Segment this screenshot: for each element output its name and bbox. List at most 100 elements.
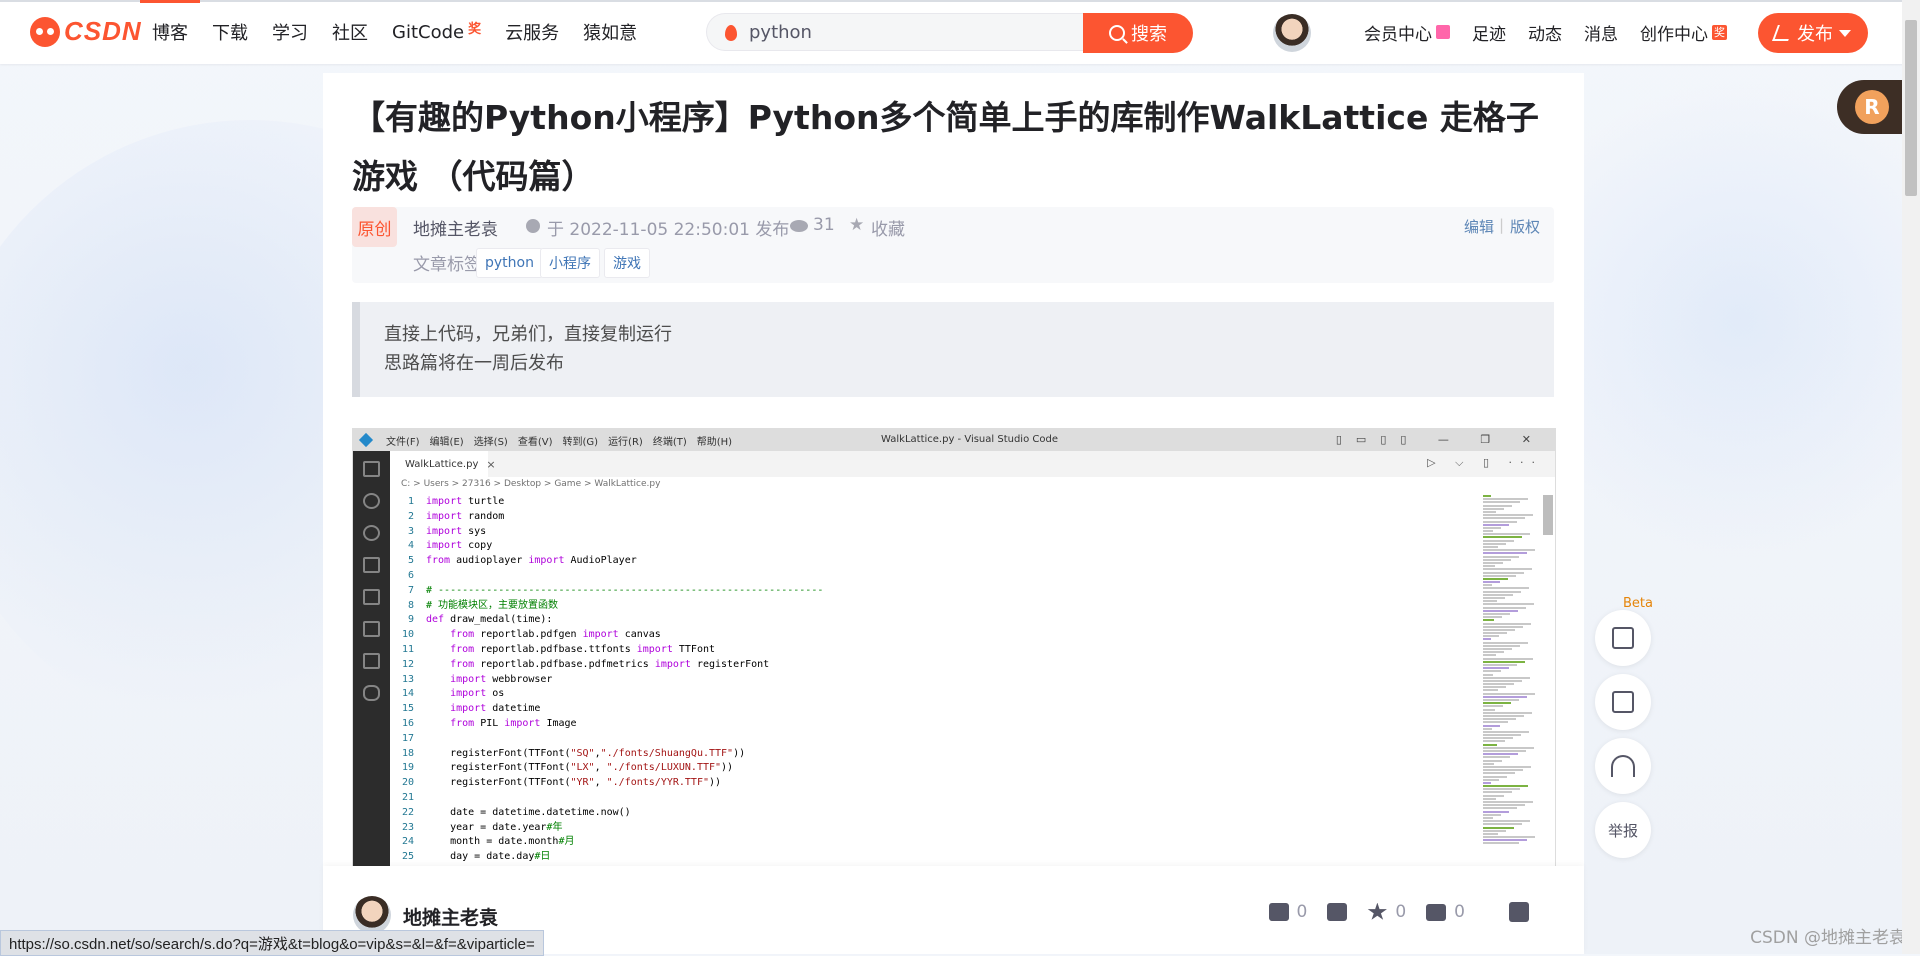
minimap-line xyxy=(1483,810,1509,813)
nav-item-community[interactable]: 社区 xyxy=(320,0,380,64)
minimap-line xyxy=(1483,660,1525,663)
minimap-line xyxy=(1483,797,1496,800)
code-editor: 1 import turtle 2 import random 3 import sys 4… xyxy=(390,495,1517,875)
like-count: 0 xyxy=(1296,902,1308,922)
minimap-line xyxy=(1483,641,1528,644)
article-card: 【有趣的Python小程序】Python多个简单上手的库制作WalkLattic… xyxy=(323,73,1584,954)
publish-button[interactable]: 发布 xyxy=(1758,13,1868,53)
minimap-line xyxy=(1483,721,1508,724)
activity-link[interactable]: 动态 xyxy=(1517,20,1573,45)
line-number: 20 xyxy=(401,777,414,789)
edit-note-icon xyxy=(1612,691,1634,713)
minimap-line xyxy=(1483,552,1527,555)
minimap-line xyxy=(1483,778,1499,781)
chevron-down-icon xyxy=(1839,29,1851,37)
extensions-icon xyxy=(363,589,380,605)
run-debug-icon xyxy=(363,557,380,573)
code-text: # --------------------------------------… xyxy=(426,584,824,596)
user-avatar[interactable] xyxy=(1273,14,1311,52)
author-name[interactable]: 地摊主老袁 xyxy=(403,903,498,930)
minimap-line xyxy=(1483,689,1498,692)
code-line: 5 from audioplayer import AudioPlayer xyxy=(390,554,1517,569)
code-line: 21 xyxy=(390,791,1517,806)
nav-item-label: 学习 xyxy=(272,23,308,44)
author-link[interactable]: 地摊主老袁 xyxy=(413,215,498,240)
csdn-logo[interactable]: CSDN xyxy=(30,16,142,47)
minimap-line xyxy=(1483,740,1505,743)
code-line: 23 year = date.year#年 xyxy=(390,821,1517,836)
code-text: year = date.year#年 xyxy=(426,821,563,833)
minimap-line xyxy=(1483,520,1517,523)
edit-link[interactable]: 编辑 xyxy=(1464,216,1494,237)
editor-scrollbar xyxy=(1543,495,1553,535)
like-button[interactable]: 0 xyxy=(1268,902,1308,922)
nav-item-learn[interactable]: 学习 xyxy=(260,0,320,64)
comment-button[interactable]: 0 xyxy=(1426,902,1465,922)
scrollbar-thumb[interactable] xyxy=(1905,20,1917,196)
minimap-line xyxy=(1483,727,1492,730)
minimap-line xyxy=(1483,683,1514,686)
code-text: registerFont(TTFont("SQ","./fonts/Shuang… xyxy=(426,747,746,759)
notes-button[interactable] xyxy=(1595,674,1651,730)
minimap-line xyxy=(1483,692,1535,695)
minimap-line xyxy=(1483,616,1502,619)
code-line: 17 xyxy=(390,732,1517,747)
nav-item-download[interactable]: 下载 xyxy=(200,0,260,64)
minimap-line xyxy=(1483,517,1525,520)
report-button[interactable]: 举报 xyxy=(1595,802,1651,858)
share-button[interactable] xyxy=(1485,902,1529,922)
vscode-menu-item: 转到(G) xyxy=(562,436,599,448)
sidebar-toggle-button[interactable] xyxy=(1595,610,1651,666)
article-meta: 原创 地摊主老袁 于 2022-11-05 22:50:01 发布 31 ★ 收… xyxy=(352,207,1554,283)
customer-service-button[interactable] xyxy=(1595,738,1651,794)
author-avatar[interactable] xyxy=(353,896,391,934)
quote-line: 思路篇将在一周后发布 xyxy=(384,353,564,374)
messages-link[interactable]: 消息 xyxy=(1573,20,1629,45)
minimap-line xyxy=(1483,648,1512,650)
page-scrollbar[interactable] xyxy=(1902,0,1920,954)
vip-center-link[interactable]: 会员中心 xyxy=(1353,20,1461,45)
top-navbar: CSDN 博客 下载 学习 社区 GitCode 奖 云服务 猿如意 python… xyxy=(0,0,1920,64)
nav-item-gitcode[interactable]: GitCode 奖 xyxy=(380,0,493,64)
minimap-line xyxy=(1483,711,1532,714)
line-number: 11 xyxy=(401,643,414,655)
search-button[interactable]: 搜索 xyxy=(1083,13,1193,53)
nav-item-label: 下载 xyxy=(212,23,248,44)
collect-link[interactable]: 收藏 xyxy=(871,215,905,240)
award-badge: 奖 xyxy=(468,21,482,37)
minimap-line xyxy=(1483,536,1522,539)
floating-assistant[interactable]: R xyxy=(1837,80,1903,134)
vscode-menu-item: 选择(S) xyxy=(473,436,508,448)
code-line: 13 import webbrowser xyxy=(390,673,1517,688)
vscode-menu-item: 编辑(E) xyxy=(429,436,464,448)
minimap-line xyxy=(1483,514,1533,517)
minimap-line xyxy=(1483,526,1501,529)
tag-game[interactable]: 游戏 xyxy=(604,248,650,278)
minimap-line xyxy=(1483,667,1509,670)
nav-item-cloud[interactable]: 云服务 xyxy=(493,0,571,64)
minimap-line xyxy=(1483,769,1523,772)
minimap-line xyxy=(1483,775,1507,778)
tag-python[interactable]: python xyxy=(476,248,543,278)
minimap-line xyxy=(1483,695,1527,698)
minimap-line xyxy=(1483,753,1518,756)
beta-label: Beta xyxy=(1623,596,1653,611)
minimap-line xyxy=(1483,759,1502,762)
copyright-link[interactable]: 版权 xyxy=(1510,216,1540,237)
nav-item-blog[interactable]: 博客 xyxy=(140,0,200,64)
minimap-line xyxy=(1483,743,1497,746)
search-input-value: python xyxy=(749,21,812,43)
code-text: import datetime xyxy=(450,703,541,715)
minimap-line xyxy=(1483,590,1521,593)
search-input[interactable]: python xyxy=(706,13,1084,51)
minimap-line xyxy=(1483,826,1514,829)
code-text: date = datetime.datetime.now() xyxy=(426,806,631,818)
nav-item-yuanruyi[interactable]: 猿如意 xyxy=(571,0,649,64)
footprint-link[interactable]: 足迹 xyxy=(1461,20,1517,45)
dislike-button[interactable] xyxy=(1327,903,1348,921)
creator-center-link[interactable]: 创作中心奖 xyxy=(1629,20,1738,45)
minimap-line xyxy=(1483,804,1525,807)
tag-miniprogram[interactable]: 小程序 xyxy=(540,248,600,278)
collect-button[interactable]: 0 xyxy=(1367,902,1406,922)
code-line: 10 from reportlab.pdfgen import canvas xyxy=(390,628,1517,643)
